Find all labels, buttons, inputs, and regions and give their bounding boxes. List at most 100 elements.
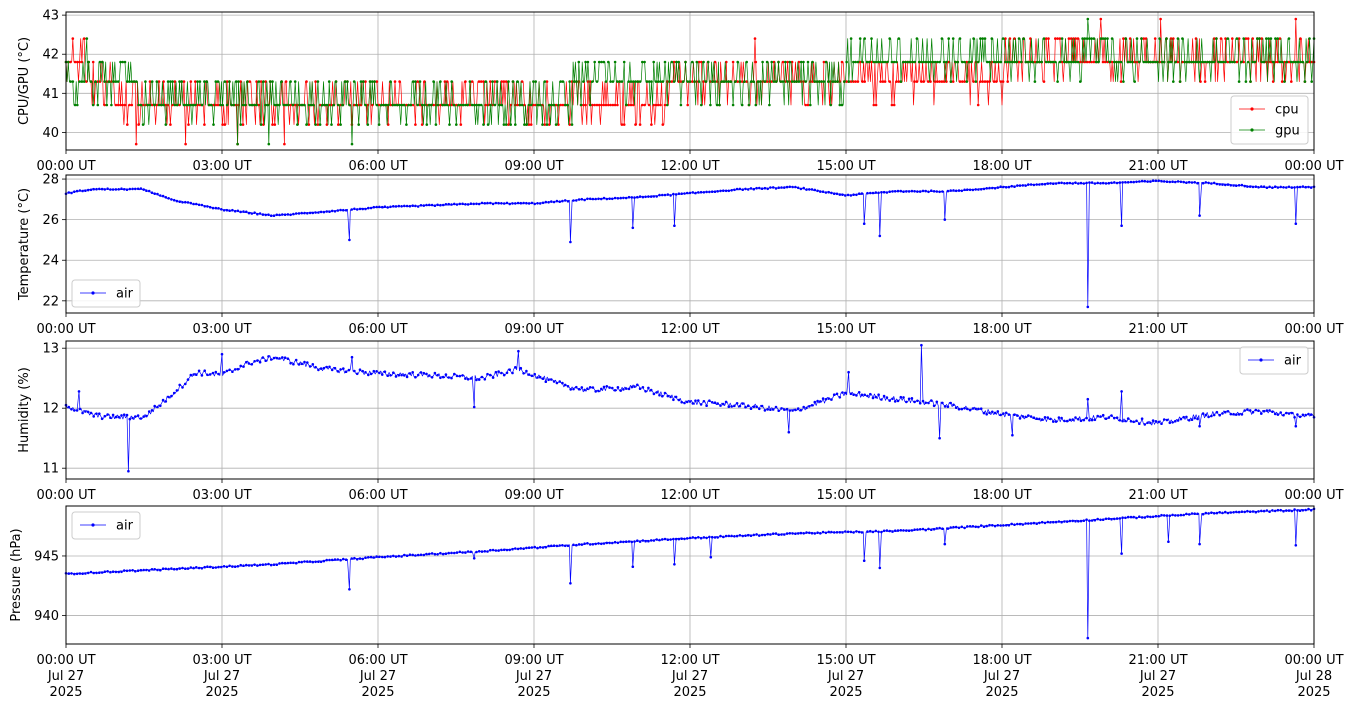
data-point xyxy=(1181,37,1184,40)
data-point xyxy=(1179,180,1183,184)
data-point xyxy=(1093,518,1097,522)
data-point xyxy=(1165,514,1169,517)
data-point xyxy=(827,397,830,400)
data-point xyxy=(874,529,878,533)
data-point xyxy=(514,547,517,550)
data-point xyxy=(1142,37,1146,40)
data-point xyxy=(1301,509,1305,512)
data-point xyxy=(106,413,109,416)
data-point xyxy=(1298,185,1302,189)
data-point xyxy=(713,536,717,539)
data-point xyxy=(586,387,589,391)
data-point xyxy=(1229,511,1233,514)
data-point xyxy=(659,80,662,83)
data-point xyxy=(967,60,971,64)
data-point xyxy=(1160,179,1163,183)
data-point xyxy=(1187,180,1191,184)
data-point xyxy=(686,103,689,107)
data-point xyxy=(954,525,958,529)
data-point xyxy=(1304,413,1307,417)
data-point xyxy=(641,386,645,389)
data-point xyxy=(425,123,429,126)
data-point xyxy=(125,188,129,191)
data-point xyxy=(200,374,204,377)
data-point xyxy=(785,532,789,535)
data-point xyxy=(103,570,107,573)
data-point xyxy=(1054,182,1058,185)
data-point xyxy=(781,80,785,83)
data-point xyxy=(145,189,148,192)
data-point xyxy=(566,200,570,203)
data-point xyxy=(1043,521,1047,525)
data-point xyxy=(1212,512,1216,515)
data-point xyxy=(189,201,193,205)
data-point xyxy=(236,142,239,146)
data-point xyxy=(1283,80,1286,83)
data-point xyxy=(134,142,138,146)
data-point xyxy=(658,538,661,542)
data-point xyxy=(1210,60,1214,64)
data-point xyxy=(1027,414,1030,417)
data-point xyxy=(1113,181,1116,184)
data-point xyxy=(616,197,620,200)
data-point xyxy=(979,80,982,83)
data-point xyxy=(394,555,398,558)
data-point xyxy=(468,80,472,83)
data-point xyxy=(746,188,750,191)
data-point xyxy=(418,80,422,83)
data-point xyxy=(1260,185,1263,188)
data-point xyxy=(1290,80,1293,83)
data-point xyxy=(297,560,301,564)
data-point xyxy=(1232,412,1235,416)
data-point xyxy=(1079,181,1083,185)
data-point xyxy=(75,189,79,193)
data-point xyxy=(605,197,609,201)
data-point xyxy=(896,529,900,532)
data-point xyxy=(1271,410,1274,414)
data-point xyxy=(178,567,181,570)
x-tick-label: 15:00 UT xyxy=(816,322,875,337)
data-point xyxy=(1258,37,1261,40)
data-point xyxy=(464,80,467,83)
data-point xyxy=(702,60,705,64)
data-point xyxy=(613,540,617,544)
data-point xyxy=(1056,80,1059,83)
data-point xyxy=(666,538,670,541)
y-axis-label: CPU/GPU (°C) xyxy=(17,37,32,125)
data-point xyxy=(416,373,420,377)
data-point xyxy=(638,123,642,126)
data-point xyxy=(983,80,987,83)
data-point xyxy=(261,213,265,216)
data-point xyxy=(95,571,98,575)
data-point xyxy=(303,360,306,364)
data-point xyxy=(344,558,348,561)
data-point xyxy=(1174,419,1177,423)
data-point xyxy=(844,391,847,395)
data-point xyxy=(1167,540,1170,543)
data-point xyxy=(1307,185,1310,189)
data-point xyxy=(1040,418,1044,421)
data-point xyxy=(738,404,742,408)
data-point xyxy=(522,201,525,205)
data-point xyxy=(519,366,523,370)
data-point xyxy=(76,103,79,107)
data-point xyxy=(1004,411,1008,415)
data-point xyxy=(885,191,889,194)
data-point xyxy=(519,547,523,550)
data-point xyxy=(946,405,950,409)
data-point xyxy=(114,188,118,191)
x-tick-label: 09:00 UT xyxy=(504,159,563,174)
data-point xyxy=(1035,417,1038,421)
x-tick-year: 2025 xyxy=(49,685,82,700)
data-point xyxy=(123,60,127,64)
data-point xyxy=(1271,186,1274,189)
data-point xyxy=(1151,419,1155,422)
data-point xyxy=(220,208,223,211)
data-point xyxy=(633,385,636,388)
data-point xyxy=(1248,409,1252,412)
data-point xyxy=(180,80,183,83)
data-point xyxy=(322,210,326,214)
x-tick-label: 00:00 UT xyxy=(1284,322,1343,337)
data-point xyxy=(976,103,980,107)
data-point xyxy=(924,528,927,532)
